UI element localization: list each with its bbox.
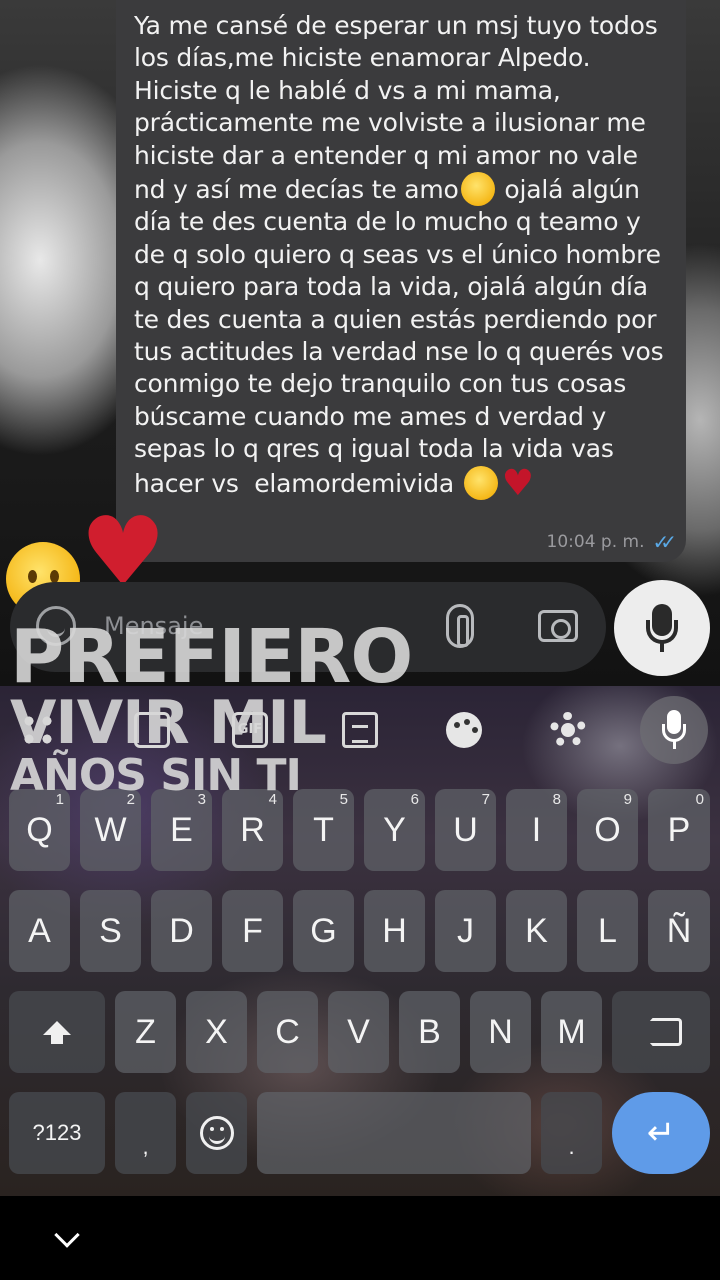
symbols-key[interactable]: ?123 — [9, 1092, 105, 1174]
key-c[interactable]: C — [257, 991, 318, 1073]
key-s[interactable]: S — [80, 890, 141, 972]
comma-key[interactable]: , — [115, 1092, 176, 1174]
shift-key[interactable] — [9, 991, 105, 1073]
shift-arrow-icon — [43, 1021, 71, 1044]
period-key[interactable]: . — [541, 1092, 602, 1174]
key-p[interactable]: P0 — [648, 789, 710, 871]
keyboard-voice-input-button[interactable] — [640, 696, 708, 764]
backspace-key[interactable] — [612, 991, 710, 1073]
message-meta: 10:04 p. m. ✓✓ — [546, 530, 677, 554]
key-l[interactable]: L — [577, 890, 638, 972]
emoji-key[interactable] — [186, 1092, 247, 1174]
smiley-icon — [199, 1116, 234, 1150]
clipboard-icon[interactable] — [342, 712, 378, 748]
theme-palette-icon[interactable] — [446, 712, 482, 748]
key-m[interactable]: M — [541, 991, 602, 1073]
attach-icon[interactable] — [446, 604, 474, 648]
key-j[interactable]: J — [435, 890, 496, 972]
key-r[interactable]: R4 — [222, 789, 283, 871]
key-y[interactable]: Y6 — [364, 789, 425, 871]
key-n[interactable]: N — [470, 991, 531, 1073]
backspace-icon — [640, 1018, 682, 1046]
key-f[interactable]: F — [222, 890, 283, 972]
key-o[interactable]: O9 — [577, 789, 638, 871]
message-time: 10:04 p. m. — [546, 532, 645, 552]
broken-heart-sticker-icon: ♥ — [80, 496, 167, 608]
key-g[interactable]: G — [293, 890, 354, 972]
read-receipt-icon: ✓✓ — [652, 530, 676, 554]
broken-heart-icon — [502, 464, 534, 504]
key-b[interactable]: B — [399, 991, 460, 1073]
key-w[interactable]: W2 — [80, 789, 141, 871]
enter-key[interactable]: ↵ — [612, 1092, 710, 1174]
key-a[interactable]: A — [9, 890, 70, 972]
camera-icon[interactable] — [538, 610, 578, 642]
system-nav-bar — [0, 1196, 720, 1280]
key-x[interactable]: X — [186, 991, 247, 1073]
enter-arrow-icon: ↵ — [646, 1114, 676, 1152]
overlay-caption-line-3: AÑOS SIN TI — [10, 750, 302, 801]
message-text-part-2: ojalá algún día te des cuenta de lo much… — [134, 175, 664, 498]
spacebar[interactable] — [257, 1092, 531, 1174]
message-text: Ya me cansé de esperar un msj tuyo todos… — [134, 10, 668, 504]
message-bubble[interactable]: Ya me cansé de esperar un msj tuyo todos… — [116, 0, 686, 562]
overlay-caption-line-2: VIVIR MIL — [10, 688, 327, 758]
key-u[interactable]: U7 — [435, 789, 496, 871]
key-t[interactable]: T5 — [293, 789, 354, 871]
key-z[interactable]: Z — [115, 991, 176, 1073]
key-v[interactable]: V — [328, 991, 389, 1073]
key-q[interactable]: Q1 — [9, 789, 70, 871]
key-enye[interactable]: Ñ — [648, 890, 710, 972]
melting-face-icon — [460, 172, 495, 207]
voice-record-button[interactable] — [614, 580, 710, 676]
key-e[interactable]: E3 — [151, 789, 212, 871]
settings-gear-icon[interactable] — [550, 712, 586, 748]
hide-keyboard-chevron-icon[interactable] — [54, 1222, 80, 1248]
sleeping-face-icon — [463, 465, 498, 500]
key-h[interactable]: H — [364, 890, 425, 972]
key-k[interactable]: K — [506, 890, 567, 972]
key-d[interactable]: D — [151, 890, 212, 972]
key-i[interactable]: I8 — [506, 789, 567, 871]
